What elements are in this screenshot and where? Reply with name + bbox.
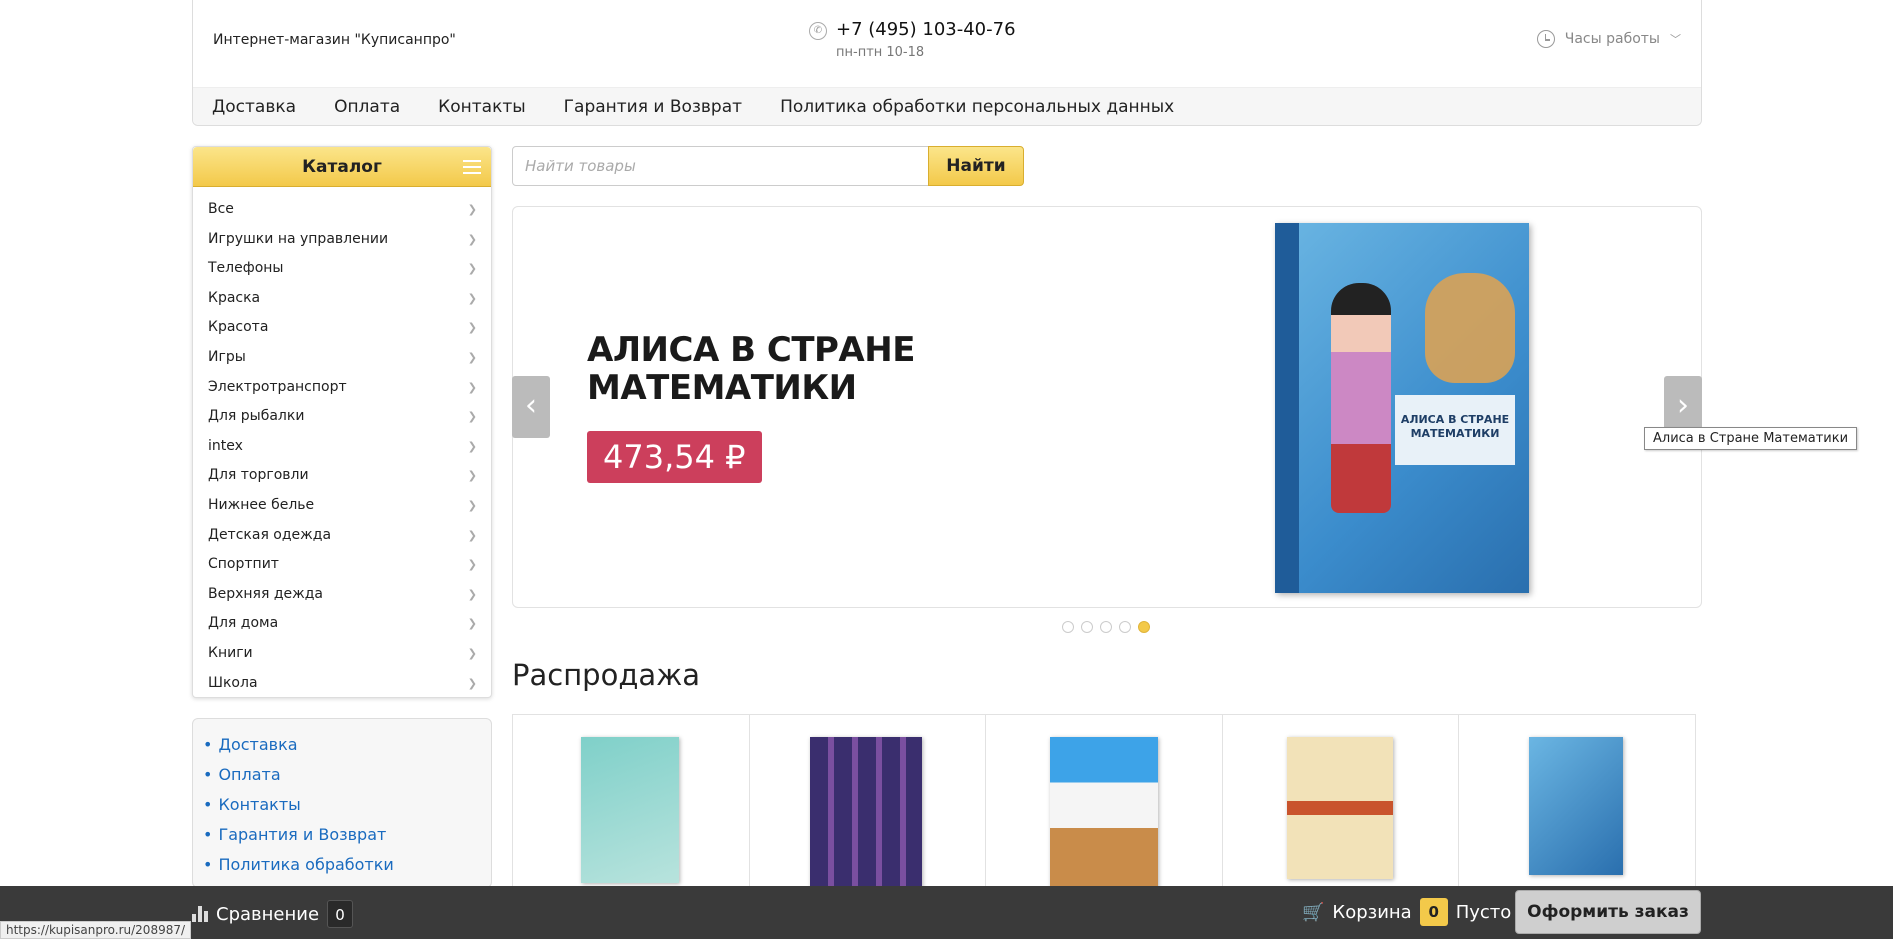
clock-icon (1536, 30, 1555, 48)
catalog-item[interactable]: Краска ❯ (193, 284, 491, 314)
catalog-item[interactable]: Спортпит ❯ (193, 550, 491, 580)
product-card[interactable] (1223, 715, 1460, 893)
chevron-right-icon: ❯ (467, 558, 477, 572)
chevron-right-icon: ❯ (467, 469, 477, 483)
cart-label: Корзина (1332, 901, 1412, 923)
catalog-item[interactable]: intex ❯ (193, 432, 491, 462)
cart-widget[interactable]: 🛒 Корзина 0 Пусто (1302, 898, 1511, 926)
catalog-item[interactable]: Верхняя дежда ❯ (193, 580, 491, 610)
phone-icon: ✆ (809, 22, 827, 40)
catalog-list: Все ❯ Игрушки на управлении ❯ Телефоны ❯ Кр… (193, 187, 491, 698)
catalog-item[interactable]: Игрушки на управлении ❯ (193, 225, 491, 255)
search-button[interactable]: Найти (928, 146, 1024, 186)
chevron-right-icon: ❯ (467, 321, 477, 335)
info-link-warranty[interactable]: Гарантия и Возврат (203, 825, 491, 855)
product-card[interactable] (513, 715, 750, 893)
info-link-contacts[interactable]: Контакты (203, 795, 491, 825)
product-image[interactable] (809, 737, 922, 889)
status-bar-url: https://kupisanpro.ru/208987/ (0, 921, 192, 939)
compare-count: 0 (327, 900, 354, 928)
nav-contacts[interactable]: Контакты (438, 97, 526, 117)
nav-warranty[interactable]: Гарантия и Возврат (564, 97, 742, 117)
nav-delivery[interactable]: Доставка (212, 97, 296, 117)
chevron-right-icon: ❯ (467, 203, 477, 216)
catalog-item[interactable]: Электротранспорт ❯ (193, 373, 491, 403)
chevron-right-icon: ❯ (467, 439, 477, 453)
slider-prev-button[interactable]: ‹ (512, 376, 550, 438)
catalog-item[interactable]: Телефоны ❯ (193, 254, 491, 284)
chevron-down-icon: ﹀ (1670, 33, 1681, 46)
slide-title: АЛИСА В СТРАНЕ МАТЕМАТИКИ (587, 330, 915, 408)
slider-dot[interactable] (1062, 621, 1074, 633)
chevron-right-icon: ❯ (467, 232, 477, 246)
slider-dot[interactable] (1100, 621, 1112, 633)
catalog-item[interactable]: Школа ❯ (193, 669, 491, 699)
chevron-right-icon: ❯ (467, 498, 477, 512)
working-days: пн-птн 10-18 (836, 45, 925, 60)
site-header: Интернет-магазин "Куписанпро" ✆ +7 (495)… (192, 0, 1702, 126)
catalog-item[interactable]: Игры ❯ (193, 343, 491, 373)
info-link-delivery[interactable]: Доставка (203, 735, 491, 765)
nav-privacy-policy[interactable]: Политика обработки персональных данных (780, 97, 1174, 117)
work-hours-dropdown[interactable]: Часы работы ﹀ (1536, 30, 1681, 48)
tooltip: Алиса в Стране Математики (1644, 427, 1858, 450)
info-links: Доставка Оплата Контакты Гарантия и Возв… (192, 718, 492, 888)
catalog-item[interactable]: Красота ❯ (193, 313, 491, 343)
catalog-item[interactable]: Для рыбалки ❯ (193, 402, 491, 432)
product-image[interactable] (1286, 737, 1393, 879)
phone-number[interactable]: +7 (495) 103-40-76 (836, 19, 1016, 40)
section-title: Распродажа (512, 658, 701, 692)
chevron-right-icon: ❯ (467, 350, 477, 364)
checkout-button[interactable]: Оформить заказ (1515, 890, 1701, 934)
slider-dot-active[interactable] (1138, 621, 1150, 633)
slide-book-cover[interactable]: АЛИСА В СТРАНЕ МАТЕМАТИКИ (1275, 223, 1529, 593)
product-image[interactable] (1050, 737, 1159, 889)
product-image[interactable] (1529, 737, 1624, 875)
slide-price: 473,54 ₽ (587, 431, 762, 483)
info-link-privacy[interactable]: Политика обработки (203, 855, 491, 885)
chevron-right-icon: ❯ (467, 380, 477, 394)
product-card[interactable] (1459, 715, 1695, 893)
catalog-item[interactable]: Детская одежда ❯ (193, 521, 491, 551)
slider-dot[interactable] (1119, 621, 1131, 633)
chevron-right-icon: ❯ (467, 291, 477, 305)
catalog-item[interactable]: Все ❯ (193, 195, 491, 225)
catalog-item[interactable]: Для дома ❯ (193, 609, 491, 639)
chevron-right-icon: ❯ (467, 262, 477, 276)
catalog-header[interactable]: Каталог (193, 147, 491, 187)
shop-name[interactable]: Интернет-магазин "Куписанпро" (213, 32, 456, 48)
catalog-item[interactable]: Нижнее белье ❯ (193, 491, 491, 521)
book-cover-label: АЛИСА В СТРАНЕ МАТЕМАТИКИ (1395, 395, 1515, 465)
catalog-item[interactable]: Для торговли ❯ (193, 461, 491, 491)
catalog-item[interactable]: Книги ❯ (193, 639, 491, 669)
chevron-right-icon: ❯ (467, 646, 477, 660)
compare-icon (192, 906, 208, 922)
chevron-right-icon: ❯ (467, 528, 477, 542)
chevron-right-icon: ❯ (467, 410, 477, 424)
product-card[interactable] (750, 715, 987, 893)
hamburger-icon (463, 160, 481, 174)
promo-slider[interactable]: АЛИСА В СТРАНЕ МАТЕМАТИКИ 473,54 ₽ АЛИСА… (512, 206, 1702, 608)
top-navigation: Доставка Оплата Контакты Гарантия и Возв… (193, 87, 1701, 125)
slider-pagination (1062, 621, 1150, 633)
work-hours-label: Часы работы (1564, 31, 1660, 47)
chevron-right-icon: ❯ (467, 676, 477, 690)
chevron-right-icon: ❯ (467, 587, 477, 601)
info-link-payment[interactable]: Оплата (203, 765, 491, 795)
bottom-bar: Сравнение 0 🛒 Корзина 0 Пусто Оформить з… (0, 886, 1893, 939)
cart-count: 0 (1419, 898, 1448, 926)
compare-widget[interactable]: Сравнение 0 (192, 900, 354, 928)
compare-label: Сравнение (216, 903, 320, 925)
product-card[interactable] (986, 715, 1223, 893)
cart-status: Пусто (1455, 901, 1512, 923)
catalog-title: Каталог (302, 157, 382, 177)
catalog-menu: Каталог Все ❯ Игрушки на управлении ❯ Теле… (192, 146, 492, 698)
product-image[interactable] (581, 737, 679, 883)
chevron-right-icon: ❯ (467, 617, 477, 631)
nav-payment[interactable]: Оплата (334, 97, 400, 117)
search-input[interactable] (512, 146, 930, 186)
cart-icon: 🛒 (1302, 901, 1325, 923)
slider-dot[interactable] (1081, 621, 1093, 633)
product-grid (512, 714, 1696, 894)
